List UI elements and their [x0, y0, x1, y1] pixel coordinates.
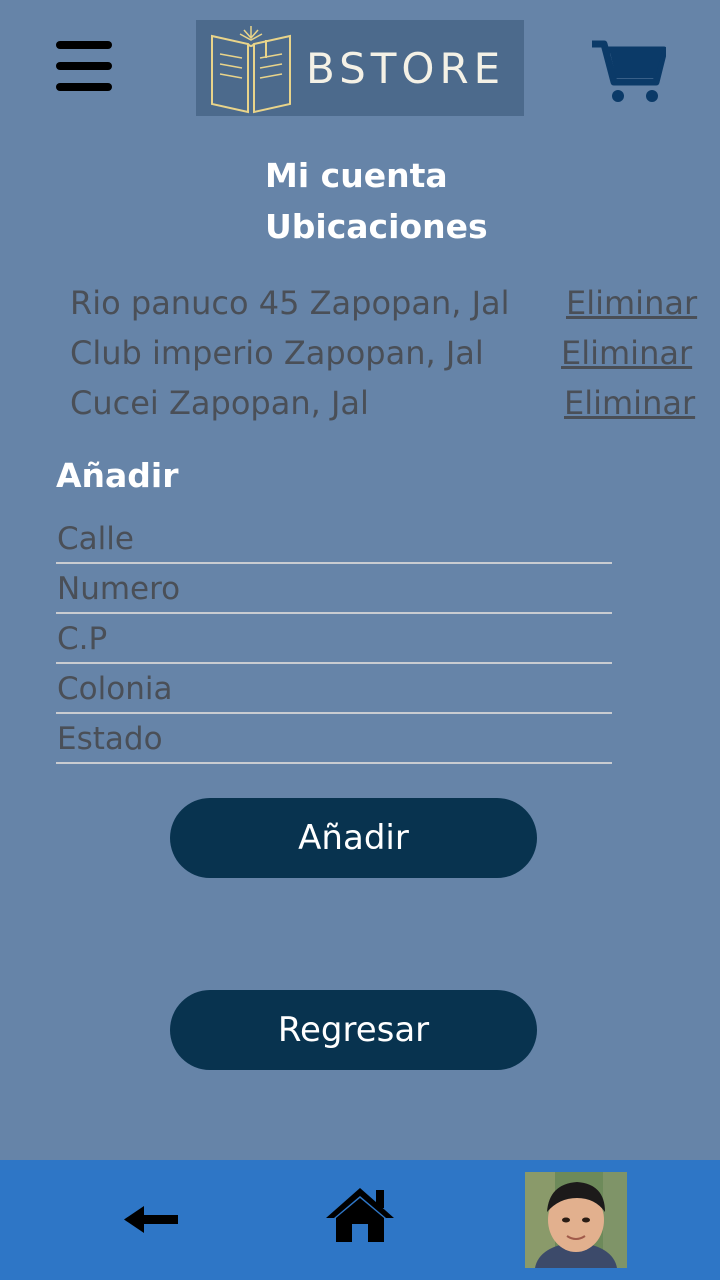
- address-row: Club imperio Zapopan, Jal Eliminar: [70, 334, 710, 380]
- address-text: Rio panuco 45 Zapopan, Jal: [70, 284, 510, 322]
- bottom-nav-bar: [0, 1160, 720, 1280]
- add-address-heading: Añadir: [56, 456, 179, 495]
- neighborhood-input[interactable]: [56, 666, 612, 714]
- page-title: Mi cuenta: [265, 156, 448, 195]
- street-input[interactable]: [56, 516, 612, 564]
- home-icon[interactable]: [324, 1184, 396, 1246]
- shopping-cart-icon[interactable]: [590, 36, 668, 104]
- left-arrow-icon[interactable]: [120, 1200, 182, 1240]
- page-subtitle: Ubicaciones: [265, 207, 488, 246]
- bstore-logo: BSTORE: [196, 20, 524, 116]
- top-header: BSTORE: [0, 0, 720, 130]
- user-avatar[interactable]: [525, 1172, 627, 1268]
- address-row: Rio panuco 45 Zapopan, Jal Eliminar: [70, 284, 710, 330]
- delete-address-link[interactable]: Eliminar: [566, 284, 697, 322]
- add-address-button[interactable]: Añadir: [170, 798, 537, 878]
- logo-text: BSTORE: [306, 44, 506, 93]
- zip-code-input[interactable]: [56, 616, 612, 664]
- number-input[interactable]: [56, 566, 612, 614]
- address-row: Cucei Zapopan, Jal Eliminar: [70, 384, 710, 430]
- address-text: Cucei Zapopan, Jal: [70, 384, 369, 422]
- hamburger-menu-icon[interactable]: [56, 41, 112, 91]
- book-logo-icon: [211, 26, 291, 114]
- delete-address-link[interactable]: Eliminar: [564, 384, 695, 422]
- delete-address-link[interactable]: Eliminar: [561, 334, 692, 372]
- address-text: Club imperio Zapopan, Jal: [70, 334, 484, 372]
- state-input[interactable]: [56, 716, 612, 764]
- back-button[interactable]: Regresar: [170, 990, 537, 1070]
